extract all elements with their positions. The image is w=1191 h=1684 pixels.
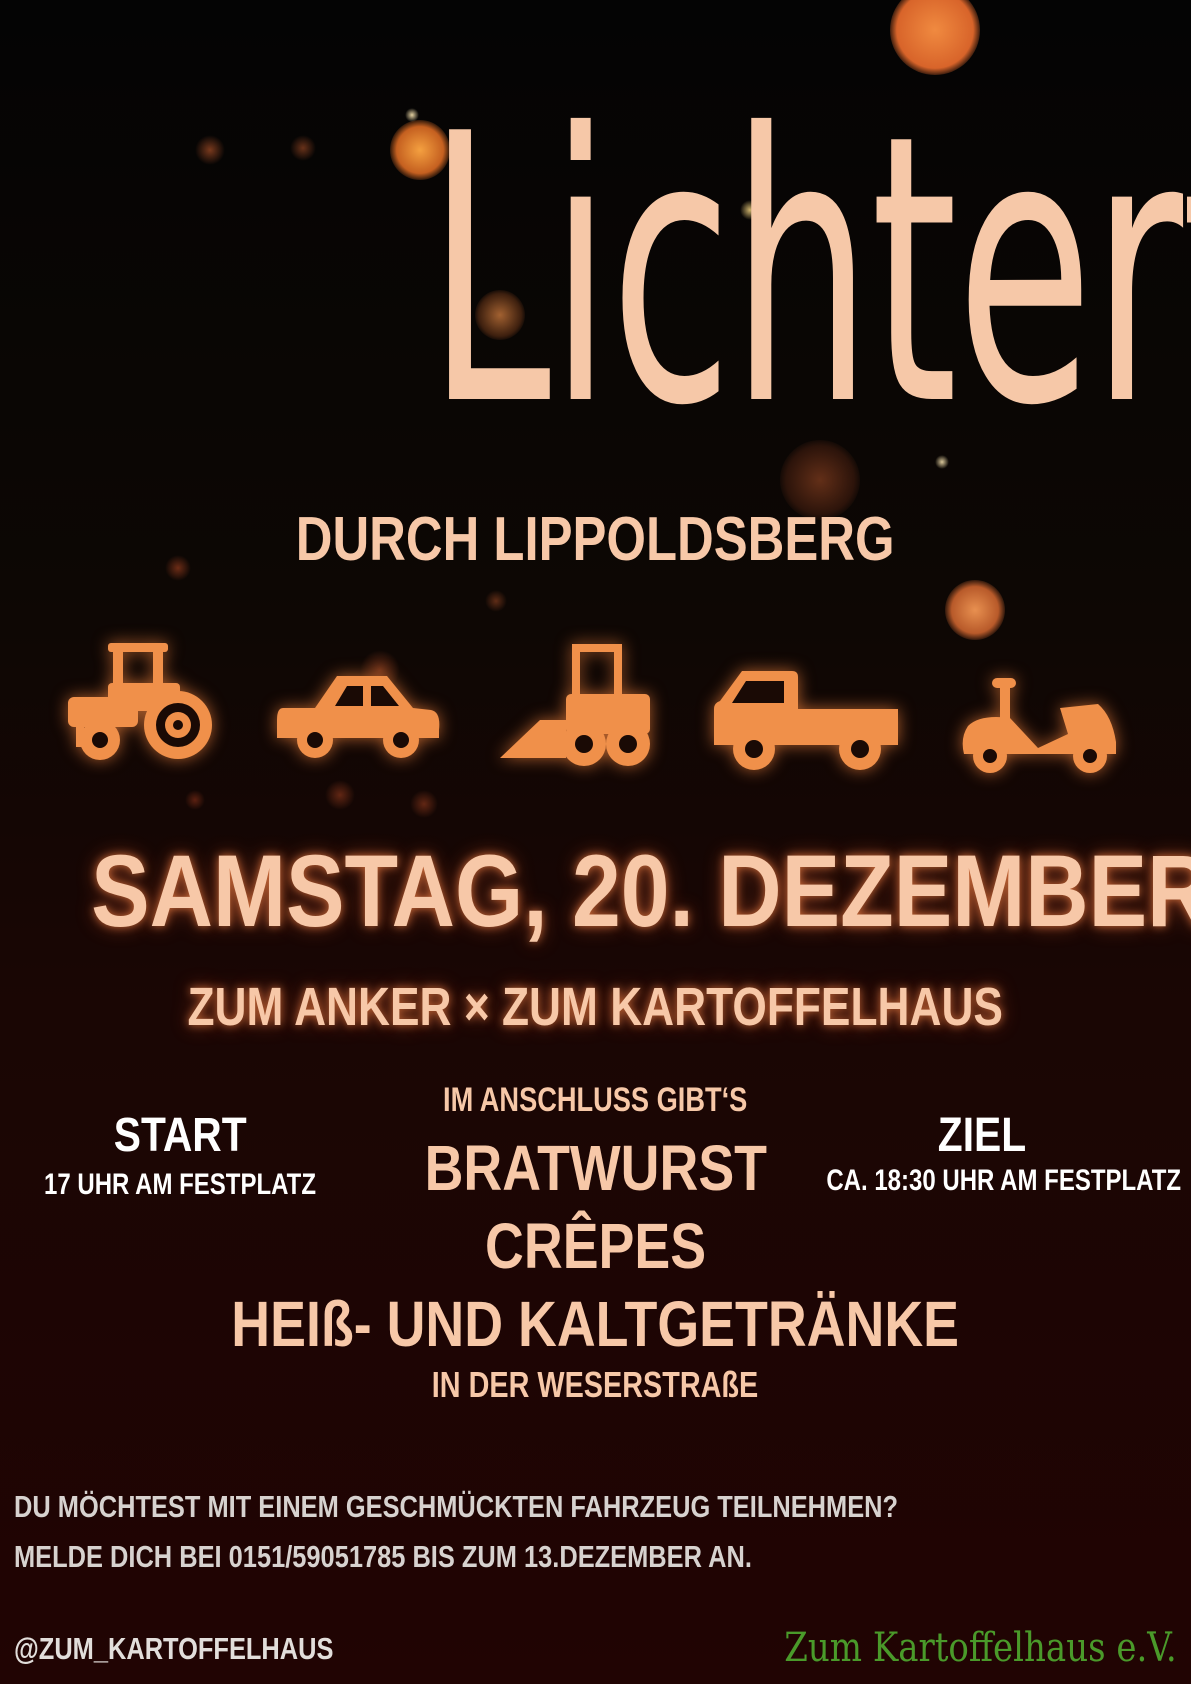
poster-subtitle: DURCH LIPPOLDSBERG xyxy=(296,505,895,574)
social-handle: @ZUM_KARTOFFELHAUS xyxy=(14,1631,334,1666)
organizer-name: Zum Kartoffelhaus e.V. xyxy=(715,1625,1177,1671)
afterwards-location: IN DER WESERSTRAßE xyxy=(432,1364,759,1405)
poster-subtitle-wrap: DURCH LIPPOLDSBERG xyxy=(0,505,1191,575)
afterwards-intro: IM ANSCHLUSS GIBT‘S xyxy=(443,1081,748,1119)
food-item: BRATWURST xyxy=(424,1132,767,1204)
signup-line-2-wrap: MELDE DICH BEI 0151/59051785 BIS ZUM 13.… xyxy=(14,1538,914,1576)
food-item: HEIß- UND KALTGETRÄNKE xyxy=(231,1288,960,1360)
poster-title: Lichterfahrt xyxy=(427,57,1191,487)
bokeh-light xyxy=(185,790,205,810)
bokeh-light xyxy=(325,780,355,810)
food-item-wrap: HEIß- UND KALTGETRÄNKE xyxy=(0,1288,1191,1360)
social-handle-wrap: @ZUM_KARTOFFELHAUS xyxy=(14,1630,404,1668)
afterwards-location-wrap: IN DER WESERSTRAßE xyxy=(0,1364,1191,1406)
bokeh-light xyxy=(410,790,438,818)
signup-line-2: MELDE DICH BEI 0151/59051785 BIS ZUM 13.… xyxy=(14,1539,752,1574)
hosts-wrap: ZUM ANKER × ZUM KARTOFFELHAUS xyxy=(0,976,1191,1038)
car-icon xyxy=(275,668,441,764)
signup-line-1: DU MÖCHTEST MIT EINEM GESCHMÜCKTEN FAHRZ… xyxy=(14,1489,899,1524)
event-poster: Lichterfahrt DURCH LIPPOLDSBERG xyxy=(0,0,1191,1684)
organizer-label: Zum Kartoffelhaus e.V. xyxy=(784,1625,1177,1671)
bokeh-light xyxy=(485,590,507,612)
wheel-loader-icon xyxy=(500,640,652,768)
scooter-icon xyxy=(960,672,1120,776)
hosts-line: ZUM ANKER × ZUM KARTOFFELHAUS xyxy=(187,977,1004,1037)
event-date: SAMSTAG, 20. DEZEMBER xyxy=(91,834,1191,948)
afterwards-intro-wrap: IM ANSCHLUSS GIBT‘S xyxy=(0,1080,1191,1120)
signup-line-1-wrap: DU MÖCHTEST MIT EINEM GESCHMÜCKTEN FAHRZ… xyxy=(14,1488,1092,1526)
food-item-wrap: BRATWURST xyxy=(0,1132,1191,1204)
event-date-wrap: SAMSTAG, 20. DEZEMBER xyxy=(0,836,1191,946)
pickup-truck-icon xyxy=(712,665,902,775)
food-item: CRÊPES xyxy=(484,1210,707,1282)
bokeh-light xyxy=(945,580,1005,640)
food-item-wrap: CRÊPES xyxy=(0,1210,1191,1282)
tractor-icon xyxy=(68,635,216,767)
